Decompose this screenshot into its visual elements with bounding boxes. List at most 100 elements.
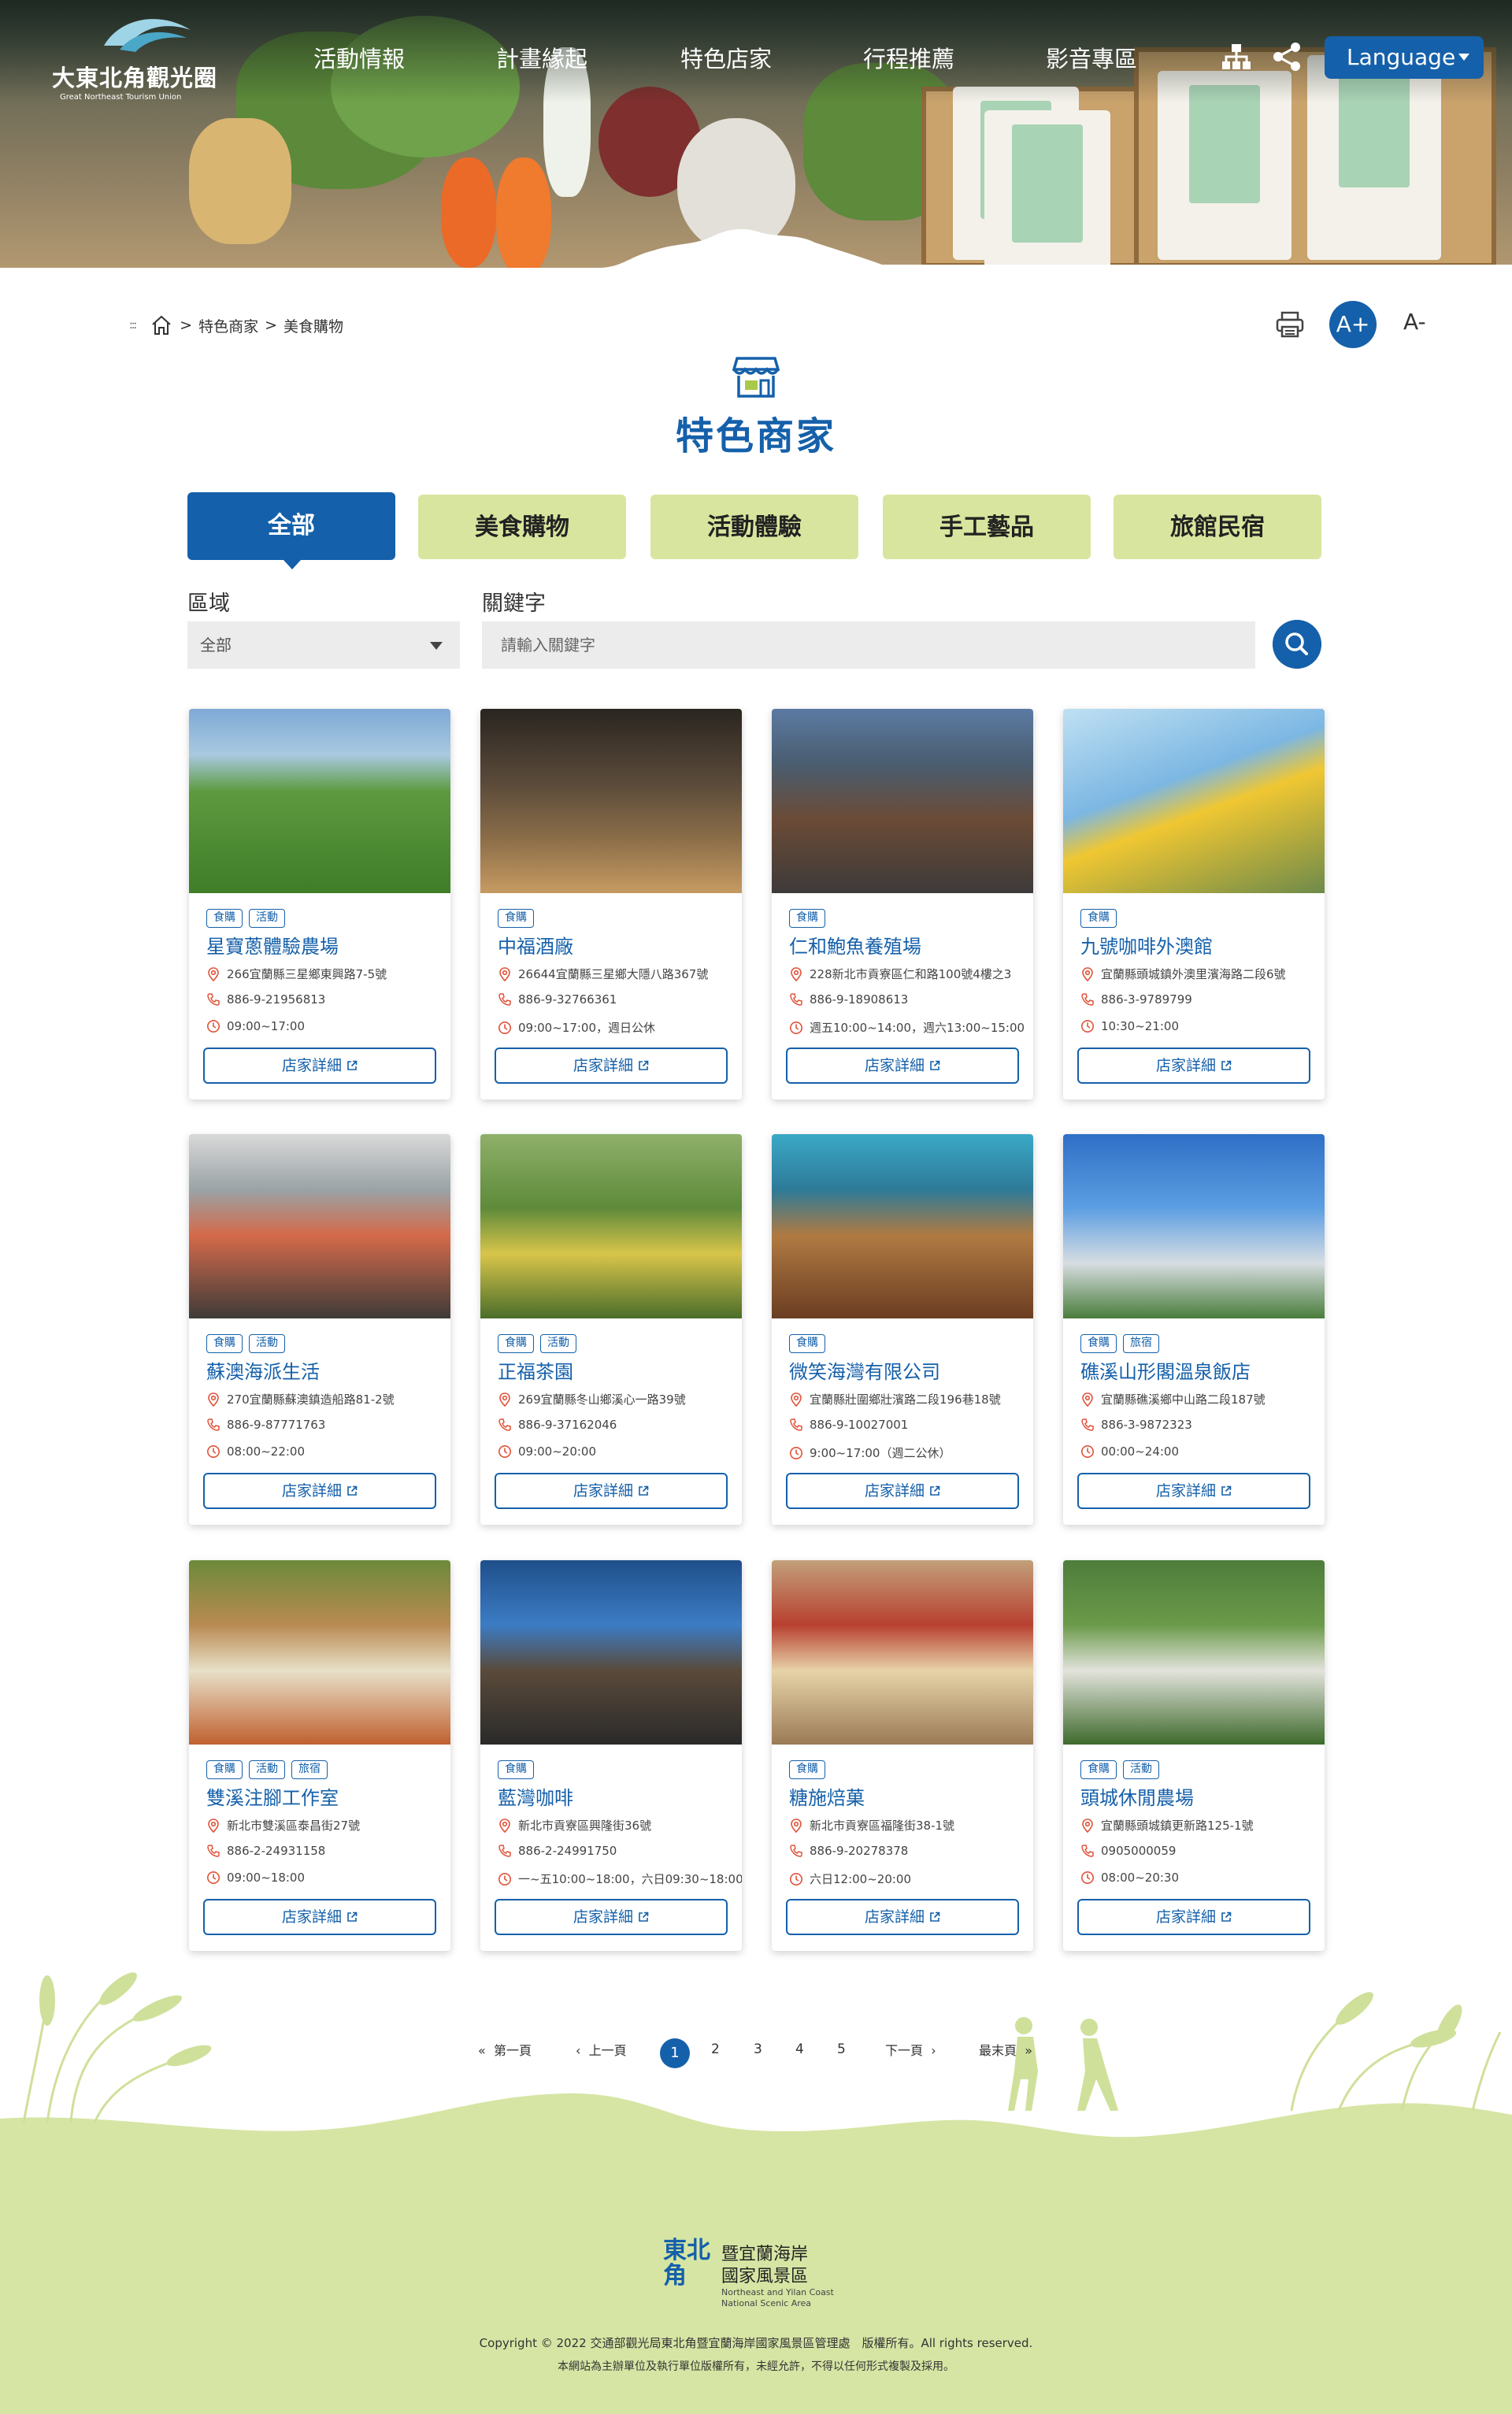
language-button[interactable]: Language: [1325, 36, 1484, 79]
store-detail-button[interactable]: 店家詳細: [786, 1899, 1019, 1935]
phone-icon: [498, 1844, 512, 1858]
store-hours: 09:00~18:00: [227, 1871, 306, 1885]
font-decrease-button[interactable]: A-: [1403, 309, 1426, 335]
page-2-link[interactable]: 2: [711, 2041, 720, 2057]
clock-icon: [789, 1446, 803, 1460]
phone-icon: [206, 992, 220, 1007]
store-name[interactable]: 仁和鮑魚養殖場: [789, 931, 921, 959]
store-detail-button[interactable]: 店家詳細: [786, 1473, 1019, 1509]
tab-label: 全部: [268, 512, 315, 540]
store-photo[interactable]: [189, 1134, 450, 1318]
store-phone: 886-9-21956813: [227, 992, 326, 1007]
store-detail-button[interactable]: 店家詳細: [203, 1899, 436, 1935]
external-link-icon: [633, 1482, 649, 1500]
store-phone: 886-9-37162046: [518, 1418, 617, 1432]
nav-item-media[interactable]: 影音專區: [1046, 41, 1137, 74]
store-photo[interactable]: [772, 1560, 1033, 1745]
store-hours: 08:00~22:00: [227, 1444, 306, 1459]
home-icon[interactable]: [150, 313, 173, 337]
category-tag: 食購: [206, 1334, 243, 1353]
page-5-link[interactable]: 5: [837, 2041, 846, 2057]
store-detail-button[interactable]: 店家詳細: [786, 1048, 1019, 1084]
phone-row: 886-9-32766361: [498, 992, 617, 1007]
share-icon[interactable]: [1271, 41, 1303, 72]
category-tag: 食購: [206, 909, 243, 928]
search-button[interactable]: [1273, 620, 1321, 669]
tag-list: 食購: [789, 1334, 825, 1353]
hours-row: 09:00~17:00，週日公休: [498, 1019, 655, 1036]
next-page-link[interactable]: 下一頁 ›: [885, 2040, 936, 2059]
store-detail-label: 店家詳細: [281, 1482, 342, 1500]
location-pin-icon: [1080, 1392, 1095, 1407]
category-tag: 活動: [540, 1334, 576, 1353]
nav-item-stores[interactable]: 特色店家: [680, 41, 772, 74]
store-card: 食購 仁和鮑魚養殖場 228新北市貢寮區仁和路100號4樓之3 886-9-18…: [772, 709, 1033, 1099]
store-detail-label: 店家詳細: [573, 1057, 633, 1074]
tab-craft[interactable]: 手工藝品: [883, 495, 1091, 559]
page-4-link[interactable]: 4: [795, 2041, 804, 2057]
keyword-input[interactable]: [482, 621, 1255, 669]
store-detail-button[interactable]: 店家詳細: [1077, 1048, 1310, 1084]
phone-row: 886-9-18908613: [789, 992, 908, 1007]
store-address: 270宜蘭縣蘇澳鎮造船路81-2號: [227, 1392, 395, 1407]
store-photo[interactable]: [772, 1134, 1033, 1318]
store-name[interactable]: 微笑海灣有限公司: [789, 1356, 940, 1384]
page-1-link[interactable]: 1: [660, 2038, 690, 2068]
store-photo[interactable]: [1063, 1134, 1325, 1318]
store-name[interactable]: 蘇澳海派生活: [206, 1356, 320, 1384]
store-photo[interactable]: [189, 1560, 450, 1745]
store-name[interactable]: 礁溪山形閣溫泉飯店: [1080, 1356, 1251, 1384]
breadcrumb-item-food[interactable]: 美食購物: [284, 315, 343, 336]
nav-item-origin[interactable]: 計畫緣起: [496, 41, 587, 74]
nav-item-events[interactable]: 活動情報: [313, 41, 405, 74]
store-photo[interactable]: [189, 709, 450, 893]
tab-lodging[interactable]: 旅館民宿: [1114, 495, 1321, 559]
store-name[interactable]: 糖施焙菓: [789, 1782, 865, 1810]
tag-list: 食購: [789, 1760, 825, 1779]
nav-item-itinerary[interactable]: 行程推薦: [863, 41, 954, 74]
store-photo[interactable]: [1063, 709, 1325, 893]
category-tag: 活動: [249, 1760, 285, 1779]
tab-all[interactable]: 全部: [187, 492, 395, 569]
area-select[interactable]: 全部: [187, 621, 460, 669]
font-increase-button[interactable]: A+: [1329, 301, 1377, 348]
prev-page-link[interactable]: ‹ 上一頁: [576, 2040, 627, 2059]
sitemap-icon[interactable]: [1221, 41, 1252, 72]
store-detail-button[interactable]: 店家詳細: [203, 1473, 436, 1509]
store-detail-button[interactable]: 店家詳細: [495, 1899, 728, 1935]
store-name[interactable]: 星寶蔥體驗農場: [206, 931, 339, 959]
store-name[interactable]: 九號咖啡外澳館: [1080, 931, 1213, 959]
store-detail-button[interactable]: 店家詳細: [1077, 1899, 1310, 1935]
address-row: 宜蘭縣頭城鎮外澳里濱海路二段6號: [1080, 966, 1286, 982]
store-name[interactable]: 頭城休閒農場: [1080, 1782, 1194, 1810]
clock-icon: [206, 1019, 220, 1033]
breadcrumb-item-stores[interactable]: 特色商家: [198, 315, 258, 336]
hours-row: 00:00~24:00: [1080, 1444, 1179, 1459]
store-hours: 週五10:00~14:00，週六13:00~15:00: [810, 1021, 1025, 1035]
store-detail-button[interactable]: 店家詳細: [1077, 1473, 1310, 1509]
category-tag: 食購: [1080, 1760, 1117, 1779]
store-detail-button[interactable]: 店家詳細: [495, 1473, 728, 1509]
page-3-link[interactable]: 3: [754, 2041, 762, 2057]
store-name[interactable]: 雙溪注腳工作室: [206, 1782, 339, 1810]
store-name[interactable]: 藍灣咖啡: [498, 1782, 573, 1810]
store-photo[interactable]: [1063, 1560, 1325, 1745]
phone-icon: [498, 1418, 512, 1432]
store-name[interactable]: 正福茶園: [498, 1356, 573, 1384]
last-page-link[interactable]: 最末頁 »: [979, 2040, 1032, 2059]
address-row: 228新北市貢寮區仁和路100號4樓之3: [789, 966, 1011, 982]
print-icon[interactable]: [1274, 309, 1306, 340]
address-row: 26644宜蘭縣三星鄉大隱八路367號: [498, 966, 708, 982]
tab-activity[interactable]: 活動體驗: [650, 495, 858, 559]
store-detail-button[interactable]: 店家詳細: [495, 1048, 728, 1084]
store-photo[interactable]: [480, 709, 742, 893]
store-photo[interactable]: [772, 709, 1033, 893]
store-address: 228新北市貢寮區仁和路100號4樓之3: [810, 967, 1012, 981]
first-page-link[interactable]: « 第一頁: [478, 2040, 532, 2059]
tab-food[interactable]: 美食購物: [418, 495, 626, 559]
store-photo[interactable]: [480, 1560, 742, 1745]
store-photo[interactable]: [480, 1134, 742, 1318]
site-logo[interactable]: 大東北角觀光圈 Great Northeast Tourism Union: [49, 14, 234, 102]
store-name[interactable]: 中福酒廠: [498, 931, 573, 959]
store-detail-button[interactable]: 店家詳細: [203, 1048, 436, 1084]
